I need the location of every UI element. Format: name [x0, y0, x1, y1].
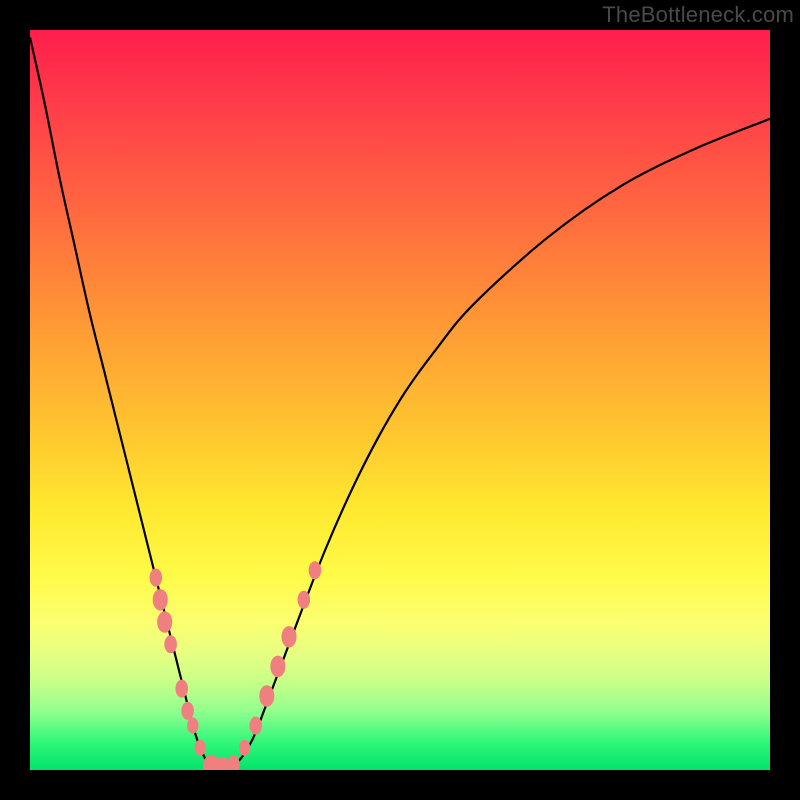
curve-marker [309, 561, 322, 579]
bottleneck-curve-path [30, 37, 770, 770]
plot-area [30, 30, 770, 770]
curve-marker [150, 569, 163, 587]
curve-marker [175, 680, 188, 698]
curve-marker [195, 740, 206, 756]
curve-marker [153, 589, 168, 611]
curve-marker [239, 740, 250, 756]
curve-markers [150, 561, 322, 770]
curve-marker [259, 685, 274, 707]
curve-marker [181, 702, 194, 720]
curve-marker [157, 611, 172, 633]
watermark-text: TheBottleneck.com [602, 2, 794, 28]
bottleneck-curve-svg [30, 30, 770, 770]
chart-frame: TheBottleneck.com [0, 0, 800, 800]
curve-marker [227, 755, 240, 770]
curve-marker [187, 718, 198, 734]
curve-marker [281, 626, 296, 648]
curve-marker [270, 656, 285, 678]
curve-marker [298, 591, 311, 609]
curve-marker [164, 635, 177, 653]
curve-marker [249, 717, 262, 735]
